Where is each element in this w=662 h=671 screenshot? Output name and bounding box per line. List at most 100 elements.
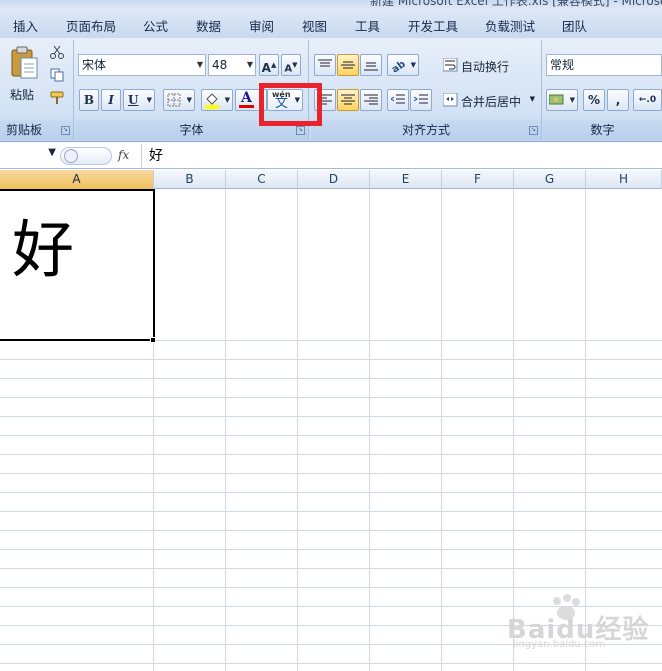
cell-a1[interactable]: 好 <box>0 189 155 341</box>
column-header-c[interactable]: C <box>226 170 298 189</box>
tab-data[interactable]: 数据 <box>196 16 221 35</box>
chevron-down-icon: ▼ <box>246 60 253 69</box>
increase-indent-icon <box>414 94 428 104</box>
alignment-launcher-icon[interactable]: ↘ <box>529 126 538 135</box>
comma-style-button[interactable]: , <box>607 89 629 111</box>
tab-formulas[interactable]: 公式 <box>143 16 168 35</box>
fill-handle[interactable] <box>150 337 156 343</box>
grid-line <box>0 549 662 550</box>
copy-icon[interactable] <box>50 68 64 82</box>
column-header-a[interactable]: A <box>0 170 154 189</box>
align-right-icon <box>364 94 378 105</box>
chevron-down-icon: ▼ <box>196 60 203 69</box>
chevron-down-icon: ▼ <box>48 147 56 158</box>
grow-font-button[interactable]: A▲ <box>259 54 279 76</box>
clipboard-group: 粘贴 剪贴板 ↘ <box>0 40 74 140</box>
ribbon: 粘贴 剪贴板 ↘ 宋体 ▼ 48 ▼ A▲ A▼ B I U▼ ▼ ▼ A ▼ <box>0 38 662 142</box>
column-header-f[interactable]: F <box>442 170 514 189</box>
font-size-select[interactable]: 48 ▼ <box>208 54 256 76</box>
increase-indent-button[interactable] <box>410 89 432 111</box>
fill-color-button[interactable]: ▼ <box>201 89 233 111</box>
borders-button[interactable]: ▼ <box>163 89 195 111</box>
increase-decimal-icon: ←.0 <box>638 95 657 105</box>
percent-style-button[interactable]: % <box>583 89 605 111</box>
grid-line <box>441 189 442 671</box>
align-center-button[interactable] <box>337 89 359 111</box>
shrink-font-button[interactable]: A▼ <box>281 54 301 76</box>
font-name-value: 宋体 <box>82 58 107 72</box>
align-bottom-icon <box>364 62 378 71</box>
align-middle-button[interactable] <box>337 54 359 76</box>
merge-center-button[interactable]: 合并后居中 ▼ <box>441 89 539 111</box>
fx-icon[interactable]: fx <box>118 148 129 162</box>
ribbon-tabs: 插入 页面布局 公式 数据 审阅 视图 工具 开发工具 负载测试 团队 <box>0 8 662 38</box>
italic-button[interactable]: I <box>101 89 121 111</box>
tab-view[interactable]: 视图 <box>302 16 327 35</box>
decrease-indent-button[interactable] <box>387 89 409 111</box>
font-size-value: 48 <box>212 58 228 72</box>
font-color-swatch <box>239 105 254 108</box>
grow-font-label: A <box>261 61 271 75</box>
wrap-text-icon <box>443 58 458 72</box>
column-headers: A B C D E F G H <box>0 170 662 189</box>
grid-line <box>0 397 662 398</box>
grid-line <box>0 530 662 531</box>
number-format-select[interactable]: 常规 <box>546 54 662 76</box>
grid-line <box>297 189 298 671</box>
shrink-font-label: A <box>284 63 293 75</box>
worksheet-grid[interactable]: A B C D E F G H 好 <box>0 170 662 671</box>
tab-insert[interactable]: 插入 <box>13 16 38 35</box>
merge-center-label: 合并后居中 <box>461 95 522 109</box>
formula-bar: ▼ fx 好 <box>0 143 662 169</box>
font-launcher-icon[interactable]: ↘ <box>296 126 305 135</box>
align-top-icon <box>318 59 332 67</box>
grid-line <box>0 625 662 626</box>
tab-review[interactable]: 审阅 <box>249 16 274 35</box>
cell-a1-value: 好 <box>12 213 75 286</box>
alignment-group: ab ▼ 自动换行 合并后居中 ▼ 对齐方式 ↘ <box>311 40 542 140</box>
tab-load-test[interactable]: 负载测试 <box>485 16 535 35</box>
accounting-format-button[interactable]: ▼ <box>546 89 578 111</box>
column-header-g[interactable]: G <box>514 170 586 189</box>
number-group-label: 数字 <box>543 120 662 140</box>
grid-line <box>0 606 662 607</box>
increase-decimal-button[interactable]: ←.0 <box>633 89 662 111</box>
cut-icon[interactable] <box>50 45 64 59</box>
align-center-icon <box>341 94 355 105</box>
tab-team[interactable]: 团队 <box>562 16 587 35</box>
orientation-button[interactable]: ab ▼ <box>387 54 419 76</box>
currency-icon <box>549 94 564 105</box>
column-header-e[interactable]: E <box>370 170 442 189</box>
bold-button[interactable]: B <box>79 89 99 111</box>
tab-tools[interactable]: 工具 <box>355 16 380 35</box>
paste-button[interactable]: 粘贴 <box>6 44 42 102</box>
tab-page-layout[interactable]: 页面布局 <box>66 16 116 35</box>
name-box[interactable]: ▼ <box>0 147 58 165</box>
align-top-button[interactable] <box>314 54 336 76</box>
clipboard-launcher-icon[interactable]: ↘ <box>61 126 70 135</box>
number-group: 常规 ▼ % , ←.0 数字 <box>543 40 662 140</box>
circle-icon <box>64 149 78 163</box>
underline-button[interactable]: U ▼ <box>123 89 155 111</box>
align-right-button[interactable] <box>360 89 382 111</box>
column-header-b[interactable]: B <box>154 170 226 189</box>
wrap-text-button[interactable]: 自动换行 <box>441 54 539 76</box>
formula-toggle[interactable] <box>60 147 112 165</box>
fill-color-icon <box>205 93 219 109</box>
number-format-value: 常规 <box>550 58 575 72</box>
comma-label: , <box>615 93 621 107</box>
formula-input[interactable]: 好 <box>141 144 662 168</box>
format-painter-icon[interactable] <box>49 91 65 105</box>
align-bottom-button[interactable] <box>360 54 382 76</box>
grid-line <box>0 663 662 664</box>
column-header-d[interactable]: D <box>298 170 370 189</box>
grid-line <box>0 492 662 493</box>
grid-line <box>0 644 662 645</box>
font-name-select[interactable]: 宋体 ▼ <box>78 54 206 76</box>
underline-label: U <box>128 93 139 107</box>
tab-developer[interactable]: 开发工具 <box>408 16 458 35</box>
column-header-h[interactable]: H <box>586 170 662 189</box>
merge-center-icon <box>443 93 458 107</box>
grid-line <box>513 189 514 671</box>
grid-line <box>585 189 586 671</box>
